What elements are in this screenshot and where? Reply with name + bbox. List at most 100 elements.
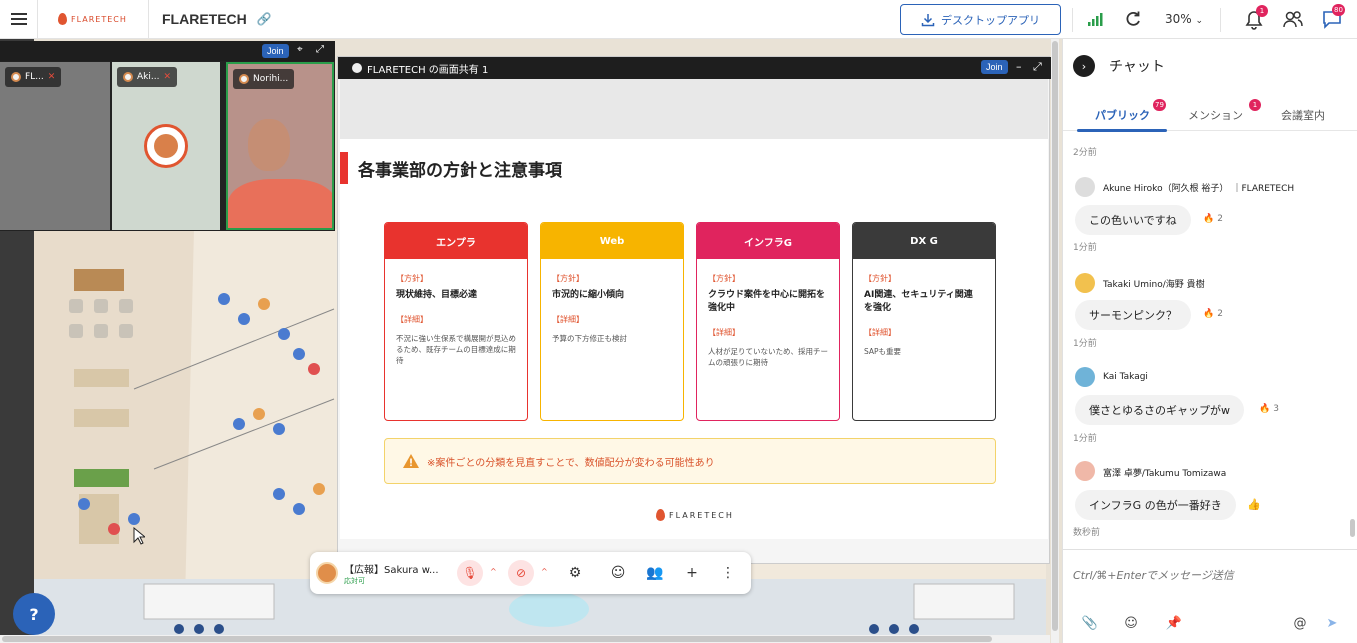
card-policy-tag: 【方針】 bbox=[708, 274, 740, 283]
shared-slide: 各事業部の方針と注意事項 エンプラ 【方針】 現状維持、目標必達 【詳細】 不況… bbox=[340, 139, 1048, 539]
avatar[interactable] bbox=[316, 562, 338, 584]
desktop-app-button[interactable]: デスクトップアプリ bbox=[900, 4, 1061, 35]
refresh-icon[interactable] bbox=[1124, 10, 1142, 28]
settings-button[interactable]: ⚙ bbox=[564, 562, 586, 584]
stage-scrollbar-horizontal[interactable] bbox=[0, 635, 1050, 643]
tab-public[interactable]: パブリック bbox=[1095, 107, 1150, 123]
zoom-select[interactable]: 30% ⌄ bbox=[1165, 12, 1203, 26]
self-availability: 応対可 bbox=[344, 576, 365, 585]
camera-options-caret[interactable]: ^ bbox=[541, 567, 548, 576]
self-status[interactable]: 【広報】Sakura w... 応対可 bbox=[344, 561, 439, 586]
tab-meeting-room[interactable]: 会議室内 bbox=[1281, 107, 1325, 123]
fire-icon: 🔥 bbox=[1203, 214, 1215, 224]
camera-toggle-button[interactable]: ⊘ bbox=[508, 560, 534, 586]
more-button[interactable]: ⋮ bbox=[717, 562, 739, 584]
logo-text: FLARETECH bbox=[71, 14, 127, 24]
menu-button[interactable] bbox=[0, 0, 38, 39]
message-bubble[interactable]: 僕さとゆるさのギャップがw bbox=[1075, 395, 1244, 425]
card-title: DX G bbox=[853, 223, 995, 259]
group-icon: 👥 bbox=[646, 565, 664, 581]
hamburger-icon bbox=[10, 13, 27, 25]
reaction-button[interactable]: ☺ bbox=[607, 562, 629, 584]
reaction[interactable]: 🔥 2 bbox=[1203, 309, 1223, 319]
author-org: ｜FLARETECH bbox=[1232, 184, 1295, 194]
share-join-button[interactable]: Join bbox=[981, 60, 1008, 74]
avatar bbox=[1075, 273, 1095, 293]
signal-icon[interactable] bbox=[1088, 12, 1104, 26]
mention-button[interactable]: @ bbox=[1291, 614, 1309, 632]
attach-button[interactable]: 📎 bbox=[1081, 614, 1099, 632]
members-icon[interactable] bbox=[1283, 10, 1303, 28]
screen-share-header: FLARETECH の画面共有 1 bbox=[338, 57, 1051, 79]
author-name: Takaki Umino/海野 貴樹 bbox=[1103, 280, 1205, 290]
video-name-tag: Aki... ✕ bbox=[117, 67, 177, 87]
chevron-down-icon: ⌄ bbox=[1195, 16, 1204, 26]
emoji-button[interactable]: ☺ bbox=[1122, 614, 1140, 632]
tab-mentions[interactable]: メンション bbox=[1188, 107, 1243, 123]
minimize-icon[interactable]: – bbox=[1016, 60, 1022, 73]
message-author: Takaki Umino/海野 貴樹 bbox=[1103, 277, 1205, 290]
video-name-tag: Norihi... bbox=[233, 69, 295, 89]
video-tile[interactable]: Aki... ✕ bbox=[112, 62, 220, 230]
focus-icon[interactable]: ⌖ bbox=[297, 44, 303, 55]
message-text: サーモンピンク？ bbox=[1089, 309, 1177, 322]
avatar bbox=[144, 124, 188, 168]
message-bubble[interactable]: サーモンピンク？ bbox=[1075, 300, 1191, 330]
control-bar: 【広報】Sakura w... 応対可 🎙 ^ ⊘ ^ ⚙ ☺ 👥 + ⋮ bbox=[310, 552, 751, 594]
reaction[interactable]: 🔥 3 bbox=[1259, 404, 1279, 414]
mic-options-caret[interactable]: ^ bbox=[490, 567, 497, 576]
send-icon: ➤ bbox=[1326, 615, 1338, 631]
card-detail: 不況に強い生保系で構展開が見込めるため、既存チームの目標達成に期待 bbox=[396, 334, 516, 365]
card-policy-tag: 【方針】 bbox=[552, 274, 584, 283]
video-tile-active[interactable]: Norihi... bbox=[226, 62, 334, 230]
timestamp: 数秒前 bbox=[1073, 528, 1101, 538]
warning-banner: ※案件ごとの分類を見直すことで、数値配分が変わる可能性あり bbox=[384, 438, 996, 484]
video-name-tag: FL... ✕ bbox=[5, 67, 62, 87]
card-detail-tag: 【詳細】 bbox=[396, 315, 428, 324]
send-button[interactable]: ➤ bbox=[1323, 614, 1341, 632]
stage-scrollbar-vertical[interactable] bbox=[1051, 39, 1059, 643]
card-title: Web bbox=[541, 223, 683, 259]
avatar bbox=[1075, 177, 1095, 197]
card-policy: AI関連、セキュリティ関連を強化 bbox=[864, 290, 973, 313]
emoji-icon: ☺ bbox=[610, 565, 626, 581]
chat-composer: 📎 ☺ 📌 @ ➤ bbox=[1063, 549, 1357, 643]
expand-icon[interactable]: ⤢ bbox=[1033, 60, 1042, 74]
participant-name: FL... bbox=[25, 72, 44, 82]
add-button[interactable]: + bbox=[681, 562, 703, 584]
card-policy-tag: 【方針】 bbox=[396, 274, 428, 283]
collapse-chat-button[interactable]: › bbox=[1073, 55, 1095, 77]
chat-scrollbar[interactable] bbox=[1348, 133, 1356, 543]
division-card: インフラG 【方針】 クラウド案件を中心に開拓を強化中 【詳細】 人材が足りてい… bbox=[696, 222, 840, 421]
message-bubble[interactable]: この色いいですね bbox=[1075, 205, 1191, 235]
link-icon[interactable]: 🔗 bbox=[257, 12, 272, 26]
expand-icon[interactable]: ⤢ bbox=[316, 44, 324, 55]
help-button[interactable]: ? bbox=[13, 593, 55, 635]
video-tile[interactable]: FL... ✕ bbox=[0, 62, 110, 230]
video-join-button[interactable]: Join bbox=[262, 44, 289, 58]
avatar bbox=[1075, 367, 1095, 387]
card-policy: クラウド案件を中心に開拓を強化中 bbox=[708, 290, 826, 313]
gear-icon: ⚙ bbox=[568, 565, 582, 581]
message-text: この色いいですね bbox=[1089, 214, 1177, 227]
card-policy-tag: 【方針】 bbox=[864, 274, 896, 283]
reaction[interactable]: 🔥 2 bbox=[1203, 214, 1223, 224]
group-button[interactable]: 👥 bbox=[644, 562, 666, 584]
top-bar: FLARETECH FLARETECH 🔗 bbox=[0, 0, 1357, 39]
mic-off-icon: ✕ bbox=[163, 72, 171, 82]
mic-toggle-button[interactable]: 🎙 bbox=[457, 560, 483, 586]
message-author: 富澤 卓夢/Takumu Tomizawa bbox=[1103, 466, 1226, 479]
chat-message-input[interactable] bbox=[1073, 564, 1333, 586]
mouse-cursor-icon bbox=[133, 527, 145, 545]
timestamp: 1分前 bbox=[1073, 434, 1097, 444]
card-title: エンプラ bbox=[385, 223, 527, 259]
message-text: インフラG の色が一番好き bbox=[1089, 499, 1222, 512]
message-bubble[interactable]: インフラG の色が一番好き bbox=[1075, 490, 1236, 520]
thumbs-up-icon[interactable]: 👍 bbox=[1247, 498, 1261, 511]
flame-icon bbox=[656, 509, 665, 521]
author-name: Akune Hiroko（阿久根 裕子） bbox=[1103, 184, 1229, 194]
message-list[interactable]: 2分前 Akune Hiroko（阿久根 裕子） ｜FLARETECH この色いい… bbox=[1063, 133, 1348, 543]
self-name: 【広報】Sakura w... bbox=[344, 564, 439, 576]
division-card: エンプラ 【方針】 現状維持、目標必達 【詳細】 不況に強い生保系で構展開が見込… bbox=[384, 222, 528, 421]
pin-button[interactable]: 📌 bbox=[1165, 614, 1183, 632]
